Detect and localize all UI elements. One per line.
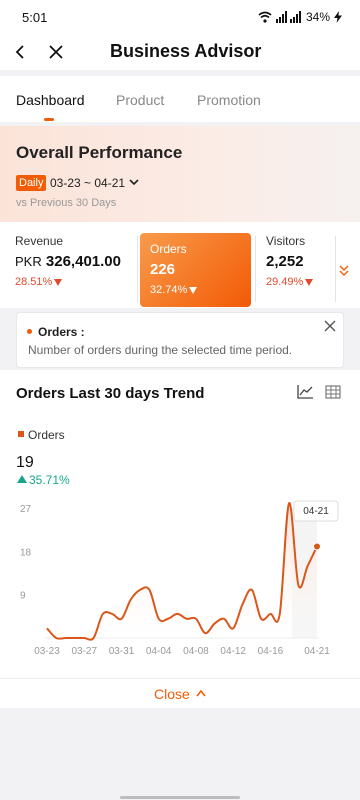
- tooltip-label: 04-21: [303, 506, 329, 517]
- x-tick-label: 03-31: [109, 646, 135, 657]
- info-box: Orders : Number of orders during the sel…: [16, 312, 344, 368]
- x-tick-label: 04-08: [183, 646, 209, 657]
- metric-change-value: 28.51%: [15, 276, 53, 288]
- metric-label: Visitors: [266, 234, 306, 248]
- charging-icon: [334, 11, 342, 23]
- legend-label: Orders: [28, 428, 65, 442]
- metric-revenue[interactable]: Revenue PKR 326,401.00 28.51%: [15, 234, 121, 288]
- series-area: [47, 502, 317, 640]
- trend-section: Orders Last 30 days Trend Orders 19 35.7…: [0, 370, 360, 678]
- signal-icon: [275, 11, 301, 23]
- expand-metrics-icon[interactable]: [338, 264, 350, 278]
- orders-trend-chart[interactable]: 9 18 27 03-23 03-27 03-31 04-04 04-08 04-12 04-16…: [0, 498, 360, 668]
- arrow-down-icon: [189, 287, 198, 294]
- metric-change-value: 32.74%: [150, 284, 188, 296]
- chevron-left-icon: [15, 45, 24, 59]
- arrow-down-icon: [305, 279, 314, 286]
- close-link[interactable]: Close: [154, 686, 190, 702]
- metrics-row: Revenue PKR 326,401.00 28.51% Orders 226…: [0, 222, 360, 308]
- data-point-highlight: [313, 542, 321, 551]
- y-tick-label: 18: [20, 547, 32, 558]
- divider: [255, 236, 256, 302]
- app-header: Business Advisor: [0, 34, 360, 70]
- metric-change: 32.74%: [150, 284, 198, 296]
- close-button[interactable]: [42, 38, 70, 66]
- divider: [335, 236, 336, 302]
- metric-change-value: 29.49%: [266, 276, 304, 288]
- bullet-dot: [27, 329, 32, 334]
- wifi-icon: [258, 11, 272, 23]
- section-title: Overall Performance: [16, 143, 183, 162]
- metric-change: 28.51%: [15, 276, 121, 288]
- tab-bar: Dashboard Product Promotion: [0, 76, 360, 122]
- info-description: Number of orders during the selected tim…: [28, 343, 293, 357]
- tab-dashboard[interactable]: Dashboard: [16, 92, 85, 108]
- line-chart-icon[interactable]: [296, 384, 314, 400]
- x-tick-label: 04-12: [220, 646, 246, 657]
- gesture-bar[interactable]: [120, 796, 240, 799]
- metric-orders-card[interactable]: Orders 226 32.74%: [140, 233, 251, 307]
- period-badge[interactable]: Daily: [16, 175, 47, 191]
- comparison-label: vs Previous 30 Days: [16, 197, 117, 209]
- trend-value: 19: [16, 454, 34, 471]
- metric-label: Orders: [150, 242, 187, 256]
- y-tick-label: 27: [20, 504, 32, 515]
- close-icon[interactable]: [323, 319, 337, 333]
- table-icon[interactable]: [324, 384, 342, 400]
- back-button[interactable]: [6, 38, 34, 66]
- x-tick-label: 03-27: [71, 646, 97, 657]
- metric-visitors[interactable]: Visitors 2,252 29.49%: [266, 234, 314, 288]
- chevron-up-icon: [196, 689, 206, 697]
- metric-amount: 326,401.00: [45, 253, 121, 270]
- tab-product[interactable]: Product: [116, 92, 164, 108]
- metric-label: Revenue: [15, 234, 64, 248]
- close-bar[interactable]: Close: [0, 678, 360, 708]
- page-title: Business Advisor: [110, 41, 262, 61]
- arrow-up-icon: [17, 475, 27, 483]
- date-range-selector[interactable]: 03-23 ~ 04-21: [50, 175, 125, 191]
- tab-indicator: [44, 118, 54, 121]
- info-title: Orders :: [38, 325, 85, 339]
- x-tick-label: 04-04: [146, 646, 172, 657]
- status-bar: 5:01 34%: [0, 0, 360, 34]
- status-time: 5:01: [22, 10, 48, 25]
- tab-promotion[interactable]: Promotion: [197, 92, 261, 108]
- metric-value: PKR 326,401.00: [15, 253, 121, 270]
- legend-swatch: [18, 431, 24, 437]
- trend-change: 35.71%: [29, 473, 70, 487]
- metric-value: 226: [150, 261, 176, 278]
- arrow-down-icon: [54, 279, 63, 286]
- divider: [137, 236, 138, 302]
- battery-percent: 34%: [305, 10, 330, 24]
- metric-orders: Orders 226 32.74%: [150, 242, 198, 296]
- y-tick-label: 9: [20, 591, 26, 602]
- x-tick-label: 04-21: [304, 646, 330, 657]
- status-icons: 34%: [258, 10, 342, 24]
- screen: 5:01 34% Business Advisor Dashboard Prod…: [0, 0, 360, 800]
- metric-value: 2,252: [266, 253, 304, 270]
- x-tick-label: 04-16: [258, 646, 284, 657]
- close-icon: [49, 45, 63, 59]
- chevron-down-icon[interactable]: [128, 176, 140, 188]
- overall-performance-panel: Overall Performance Daily 03-23 ~ 04-21 …: [0, 126, 360, 222]
- metric-change: 29.49%: [266, 276, 314, 288]
- trend-title: Orders Last 30 days Trend: [16, 385, 205, 402]
- x-tick-label: 03-23: [34, 646, 60, 657]
- metric-currency: PKR: [15, 254, 42, 269]
